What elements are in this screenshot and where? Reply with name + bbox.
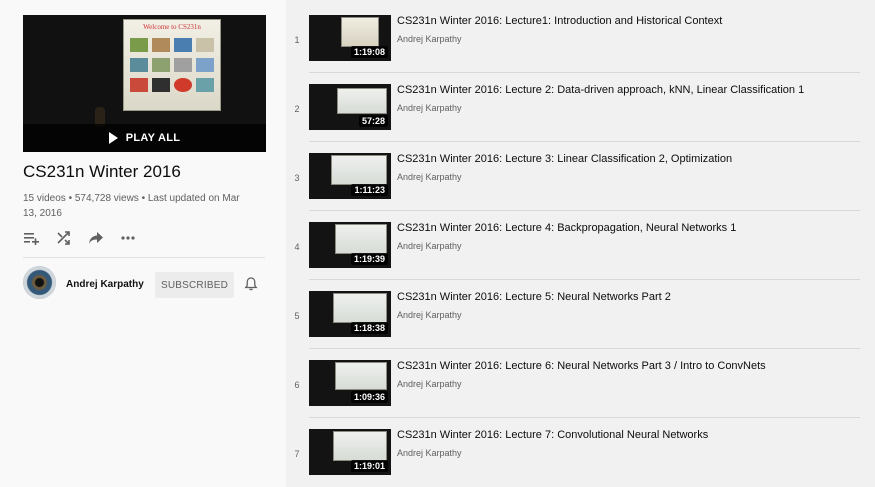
video-title[interactable]: CS231n Winter 2016: Lecture 4: Backpropa…: [397, 222, 736, 234]
video-thumbnail[interactable]: 1:19:01: [309, 429, 391, 475]
item-index: 3: [294, 173, 300, 183]
item-index: 7: [294, 449, 300, 459]
shuffle-icon[interactable]: [55, 229, 73, 247]
row-separator: [309, 72, 860, 73]
playlist-item[interactable]: 7 1:19:01 CS231n Winter 2016: Lecture 7:…: [286, 429, 875, 487]
video-duration: 1:18:38: [350, 322, 388, 334]
video-title[interactable]: CS231n Winter 2016: Lecture 6: Neural Ne…: [397, 360, 766, 372]
video-channel[interactable]: Andrej Karpathy: [397, 172, 462, 182]
share-icon[interactable]: [87, 229, 105, 247]
video-duration: 1:09:36: [350, 391, 388, 403]
playlist-actions: [23, 229, 137, 247]
row-separator: [309, 279, 860, 280]
hero-slide: Welcome to CS231n: [123, 19, 221, 111]
row-separator: [309, 417, 860, 418]
playlist-sidebar: Welcome to CS231n PLAY ALL CS231n Winter…: [0, 0, 286, 487]
video-duration: 1:11:23: [351, 184, 388, 196]
video-title[interactable]: CS231n Winter 2016: Lecture1: Introducti…: [397, 15, 722, 27]
subscribed-button[interactable]: SUBSCRIBED: [155, 272, 234, 298]
video-duration: 1:19:08: [350, 46, 388, 58]
playlist-owner: Andrej Karpathy SUBSCRIBED: [23, 266, 266, 302]
playlist-meta: 15 videos • 574,728 views • Last updated…: [23, 193, 240, 219]
video-thumbnail[interactable]: 1:19:39: [309, 222, 391, 268]
item-index: 6: [294, 380, 300, 390]
video-thumbnail[interactable]: 1:19:08: [309, 15, 391, 61]
video-channel[interactable]: Andrej Karpathy: [397, 241, 462, 251]
owner-name[interactable]: Andrej Karpathy: [66, 279, 144, 290]
row-separator: [309, 348, 860, 349]
video-channel[interactable]: Andrej Karpathy: [397, 310, 462, 320]
video-title[interactable]: CS231n Winter 2016: Lecture 5: Neural Ne…: [397, 291, 671, 303]
video-channel[interactable]: Andrej Karpathy: [397, 34, 462, 44]
item-index: 2: [294, 104, 300, 114]
video-thumbnail[interactable]: 1:11:23: [309, 153, 391, 199]
item-index: 4: [294, 242, 300, 252]
video-thumbnail[interactable]: 1:09:36: [309, 360, 391, 406]
play-all-button[interactable]: PLAY ALL: [23, 124, 266, 152]
row-separator: [309, 210, 860, 211]
item-index: 5: [294, 311, 300, 321]
item-index: 1: [294, 35, 300, 45]
playlist-item[interactable]: 4 1:19:39 CS231n Winter 2016: Lecture 4:…: [286, 222, 875, 291]
video-channel[interactable]: Andrej Karpathy: [397, 448, 462, 458]
playlist-item[interactable]: 5 1:18:38 CS231n Winter 2016: Lecture 5:…: [286, 291, 875, 360]
hero-slide-title: Welcome to CS231n: [143, 23, 201, 31]
playlist-hero-thumbnail[interactable]: Welcome to CS231n PLAY ALL: [23, 15, 266, 152]
row-separator: [309, 141, 860, 142]
playlist-item[interactable]: 2 57:28 CS231n Winter 2016: Lecture 2: D…: [286, 84, 875, 153]
video-channel[interactable]: Andrej Karpathy: [397, 379, 462, 389]
video-title[interactable]: CS231n Winter 2016: Lecture 2: Data-driv…: [397, 84, 804, 96]
video-title[interactable]: CS231n Winter 2016: Lecture 3: Linear Cl…: [397, 153, 732, 165]
bell-icon[interactable]: [243, 276, 259, 292]
owner-avatar[interactable]: [23, 266, 56, 299]
video-channel[interactable]: Andrej Karpathy: [397, 103, 462, 113]
video-thumbnail[interactable]: 1:18:38: [309, 291, 391, 337]
more-icon[interactable]: [119, 229, 137, 247]
video-duration: 1:19:01: [350, 460, 388, 472]
video-duration: 1:19:39: [350, 253, 388, 265]
playlist-item[interactable]: 1 1:19:08 CS231n Winter 2016: Lecture1: …: [286, 15, 875, 84]
video-duration: 57:28: [358, 115, 388, 127]
video-thumbnail[interactable]: 57:28: [309, 84, 391, 130]
playlist-title: CS231n Winter 2016: [23, 162, 181, 181]
playlist-item[interactable]: 3 1:11:23 CS231n Winter 2016: Lecture 3:…: [286, 153, 875, 222]
sidebar-divider: [23, 257, 265, 258]
playlist-video-list: 1 1:19:08 CS231n Winter 2016: Lecture1: …: [286, 0, 875, 487]
add-to-queue-icon[interactable]: [23, 229, 41, 247]
video-title[interactable]: CS231n Winter 2016: Lecture 7: Convoluti…: [397, 429, 708, 441]
play-icon: [108, 132, 118, 144]
playlist-item[interactable]: 6 1:09:36 CS231n Winter 2016: Lecture 6:…: [286, 360, 875, 429]
play-all-label: PLAY ALL: [125, 132, 181, 144]
